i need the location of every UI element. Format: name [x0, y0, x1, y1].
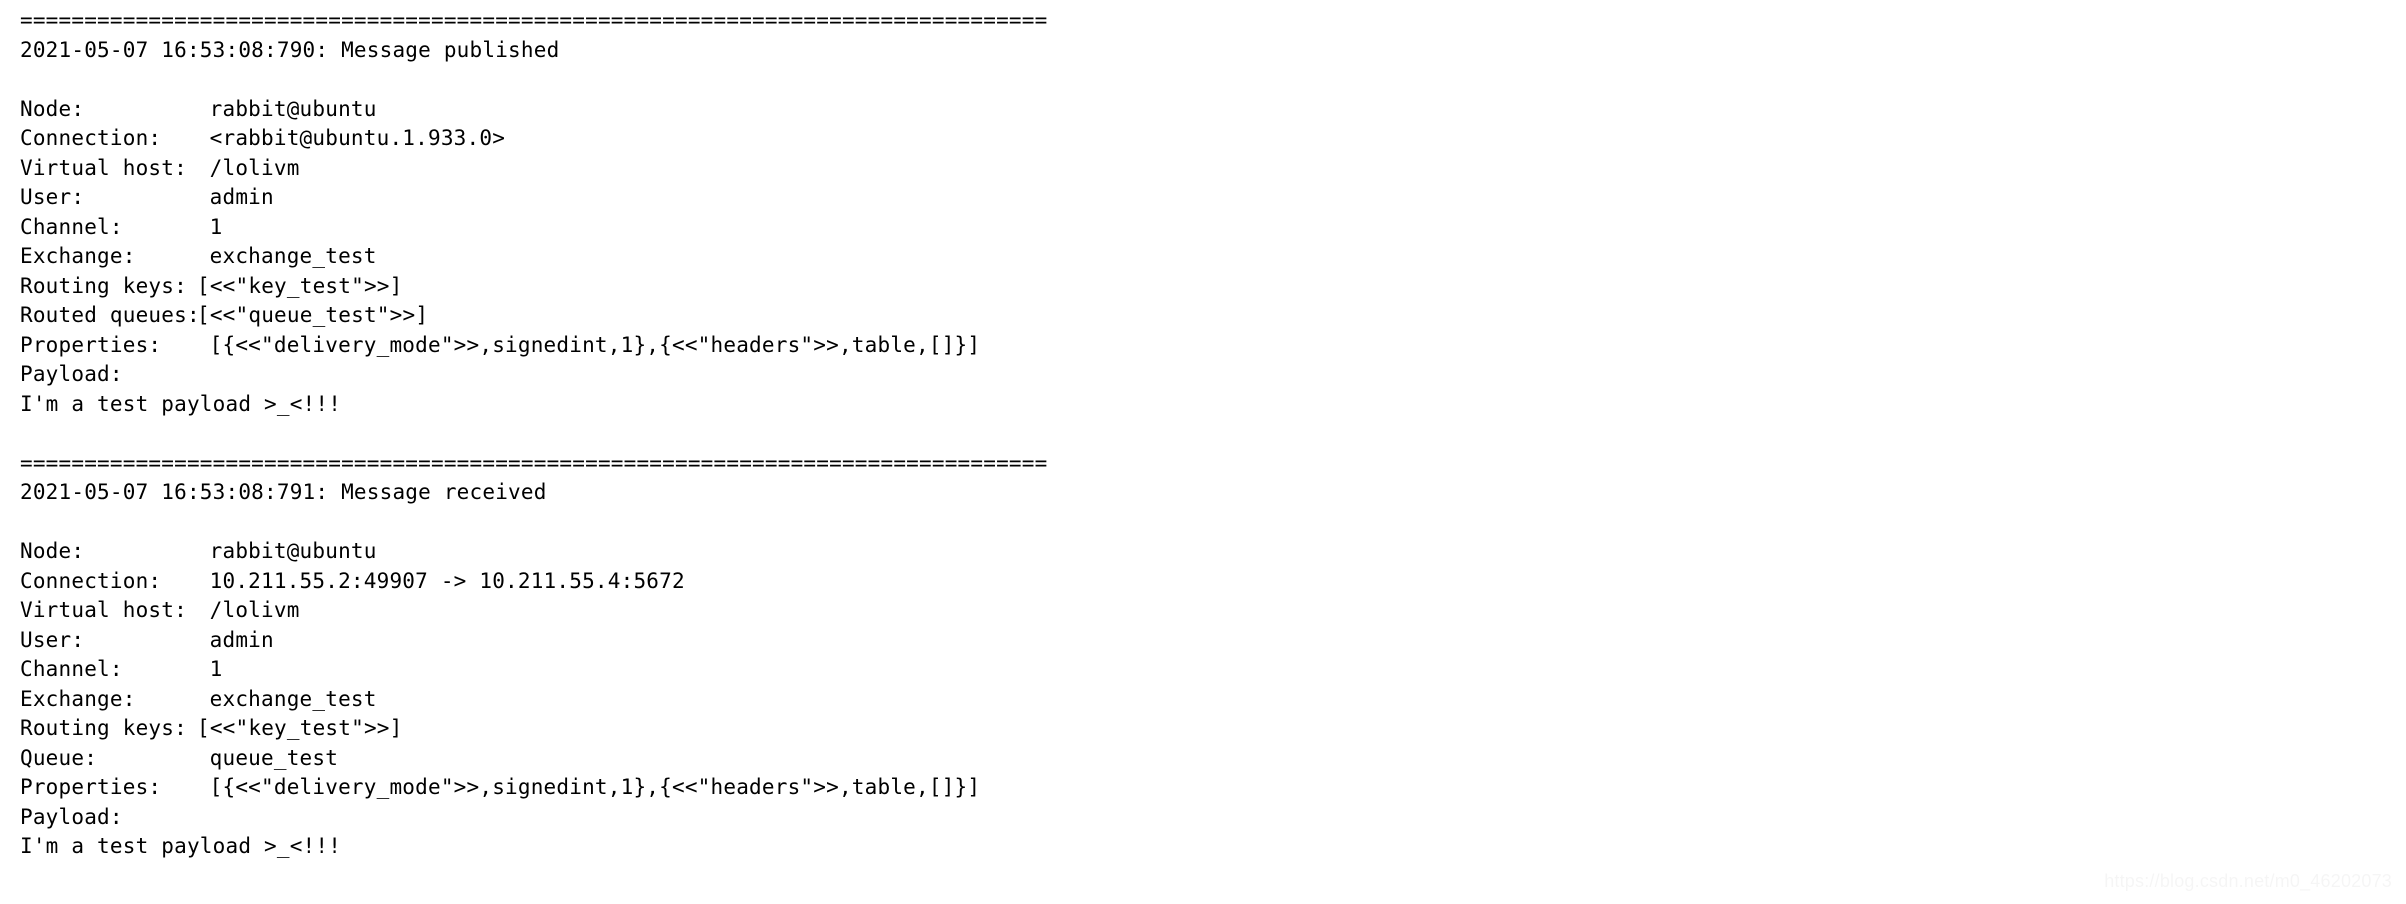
field-label: Connection:	[20, 567, 210, 597]
field-row: Channel:1	[20, 213, 2386, 243]
field-value: admin	[210, 628, 274, 652]
field-label: Properties:	[20, 331, 210, 361]
field-row: Properties:[{<<"delivery_mode">>,signedi…	[20, 773, 2386, 803]
field-row: Node:rabbit@ubuntu	[20, 537, 2386, 567]
field-row: Queue:queue_test	[20, 744, 2386, 774]
log-separator: ========================================…	[20, 8, 1047, 32]
blank	[20, 67, 33, 91]
log-header-row: 2021-05-07 16:53:08:791: Message receive…	[20, 478, 2386, 508]
field-row: Channel:1	[20, 655, 2386, 685]
field-row: Connection:<rabbit@ubuntu.1.933.0>	[20, 124, 2386, 154]
field-row: Node:rabbit@ubuntu	[20, 95, 2386, 125]
field-row: Routing keys:[<<"key_test">>]	[20, 272, 2386, 302]
field-value: [<<"key_test">>]	[197, 716, 403, 740]
field-row: Payload:	[20, 803, 2386, 833]
field-value: /lolivm	[210, 598, 300, 622]
field-value: exchange_test	[210, 244, 377, 268]
field-label: User:	[20, 626, 210, 656]
field-row: User:admin	[20, 626, 2386, 656]
field-value: [{<<"delivery_mode">>,signedint,1},{<<"h…	[210, 775, 981, 799]
field-value: /lolivm	[210, 156, 300, 180]
log-separator: ========================================…	[20, 451, 1047, 475]
field-value: 1	[210, 657, 223, 681]
field-label: Node:	[20, 537, 210, 567]
field-row: Virtual host:/lolivm	[20, 596, 2386, 626]
blank-row	[20, 419, 2386, 449]
field-label: Channel:	[20, 213, 210, 243]
field-value: queue_test	[210, 746, 338, 770]
field-value: rabbit@ubuntu	[210, 97, 377, 121]
field-value: [{<<"delivery_mode">>,signedint,1},{<<"h…	[210, 333, 981, 357]
field-label: Exchange:	[20, 685, 210, 715]
trace-log: ========================================…	[0, 0, 2406, 862]
field-value: rabbit@ubuntu	[210, 539, 377, 563]
field-row: Properties:[{<<"delivery_mode">>,signedi…	[20, 331, 2386, 361]
field-value: [<<"key_test">>]	[197, 274, 403, 298]
blank	[20, 510, 33, 534]
blank-row	[20, 508, 2386, 538]
field-label: User:	[20, 183, 210, 213]
log-entry-header: 2021-05-07 16:53:08:790: Message publish…	[20, 38, 559, 62]
payload-row: I'm a test payload >_<!!!	[20, 390, 2386, 420]
field-row: Exchange:exchange_test	[20, 242, 2386, 272]
log-header-row: 2021-05-07 16:53:08:790: Message publish…	[20, 36, 2386, 66]
log-separator-row: ========================================…	[20, 6, 2386, 36]
watermark: https://blog.csdn.net/m0_46202073	[2104, 871, 2392, 892]
field-value: [<<"queue_test">>]	[197, 303, 428, 327]
field-label: Connection:	[20, 124, 210, 154]
field-value: 1	[210, 215, 223, 239]
field-row: Routing keys:[<<"key_test">>]	[20, 714, 2386, 744]
blank-row	[20, 65, 2386, 95]
field-label: Routing keys:	[20, 714, 197, 744]
payload-row: I'm a test payload >_<!!!	[20, 832, 2386, 862]
log-separator-row: ========================================…	[20, 449, 2386, 479]
field-label: Queue:	[20, 744, 210, 774]
field-label: Node:	[20, 95, 210, 125]
field-value: 10.211.55.2:49907 -> 10.211.55.4:5672	[210, 569, 685, 593]
field-row: User:admin	[20, 183, 2386, 213]
field-row: Virtual host:/lolivm	[20, 154, 2386, 184]
field-value: admin	[210, 185, 274, 209]
field-row: Connection:10.211.55.2:49907 -> 10.211.5…	[20, 567, 2386, 597]
field-value: <rabbit@ubuntu.1.933.0>	[210, 126, 505, 150]
field-label: Routed queues:	[20, 301, 197, 331]
field-label: Payload:	[20, 360, 123, 390]
payload-text: I'm a test payload >_<!!!	[20, 392, 341, 416]
payload-text: I'm a test payload >_<!!!	[20, 834, 341, 858]
field-label: Properties:	[20, 773, 210, 803]
field-label: Payload:	[20, 803, 123, 833]
field-label: Exchange:	[20, 242, 210, 272]
field-label: Routing keys:	[20, 272, 197, 302]
field-row: Exchange:exchange_test	[20, 685, 2386, 715]
blank	[20, 421, 33, 445]
field-label: Virtual host:	[20, 596, 210, 626]
field-label: Channel:	[20, 655, 210, 685]
field-label: Virtual host:	[20, 154, 210, 184]
field-row: Routed queues:[<<"queue_test">>]	[20, 301, 2386, 331]
log-entry-header: 2021-05-07 16:53:08:791: Message receive…	[20, 480, 547, 504]
field-row: Payload:	[20, 360, 2386, 390]
field-value: exchange_test	[210, 687, 377, 711]
